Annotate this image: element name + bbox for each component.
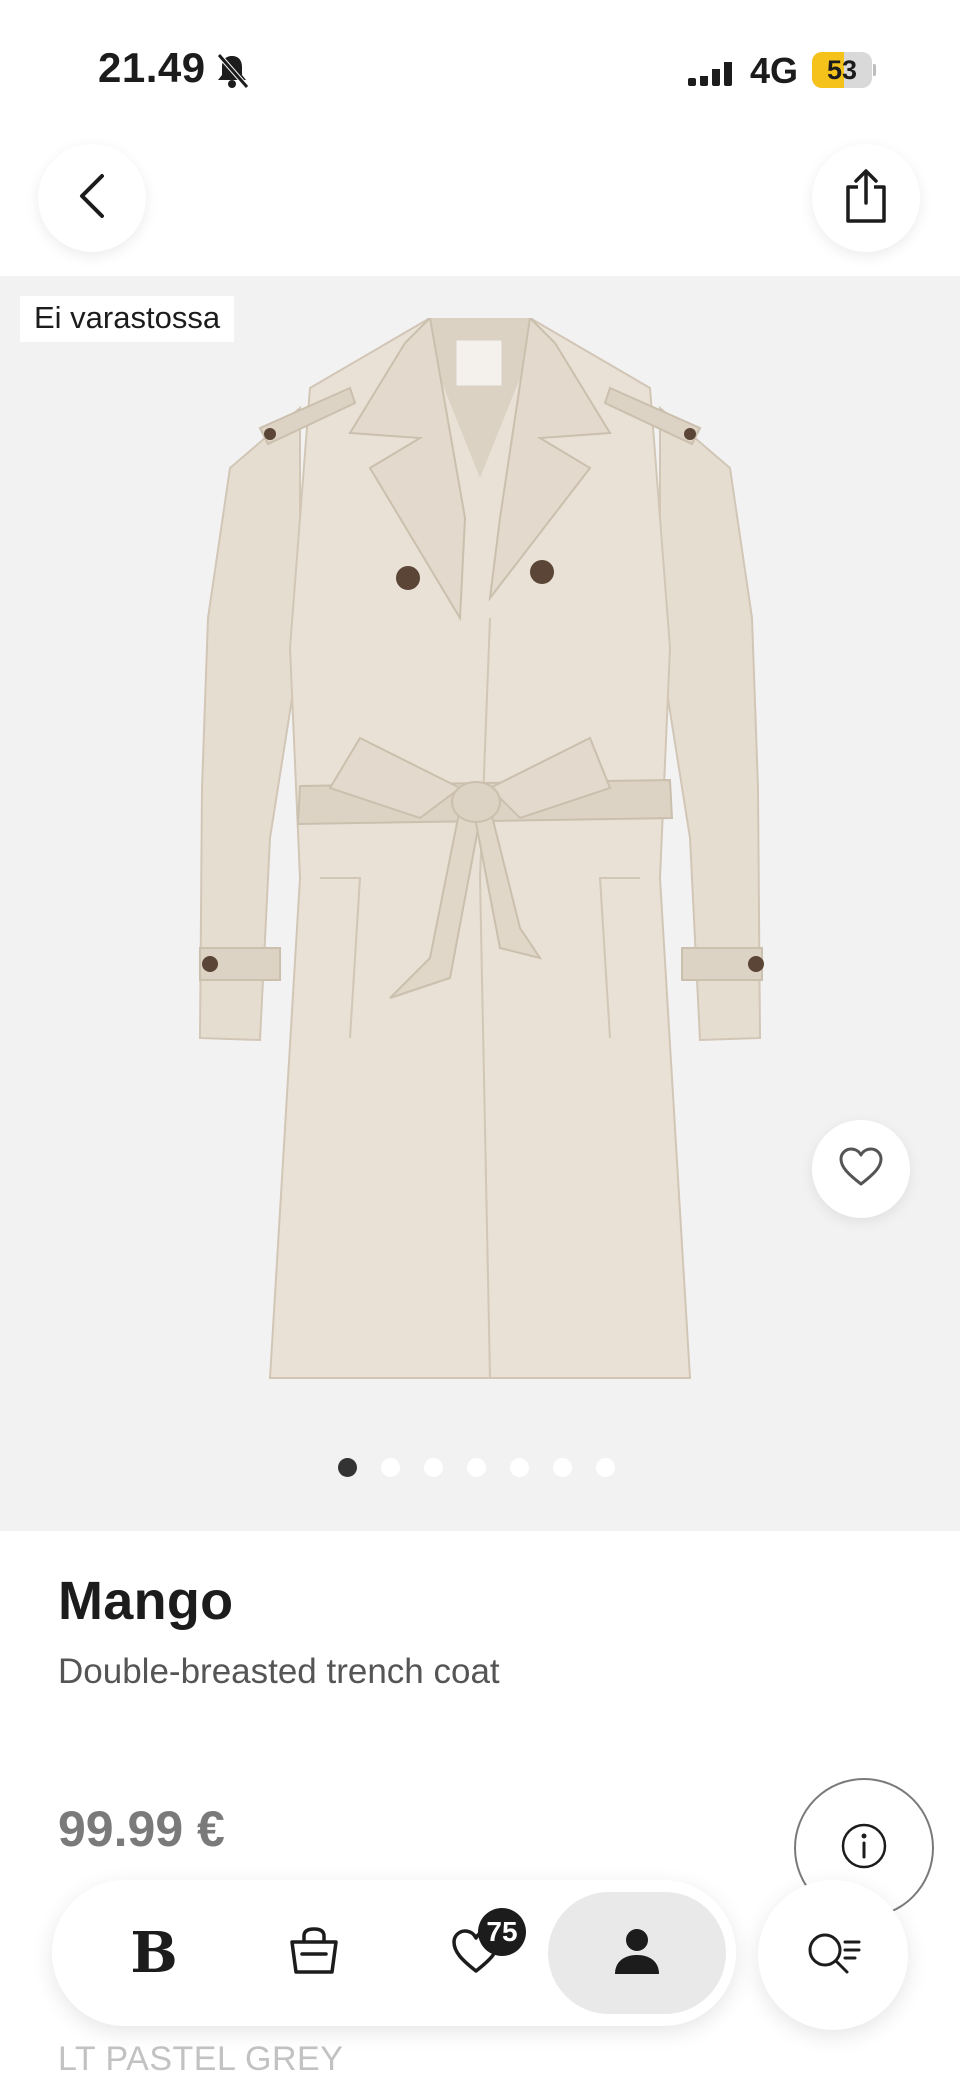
wishlist-count-badge: 75 xyxy=(478,1908,526,1956)
signal-icon xyxy=(688,56,736,88)
nav-wishlist[interactable]: 75 xyxy=(426,1880,526,2026)
shopping-bag-icon xyxy=(288,1926,340,1981)
product-price: 99.99 € xyxy=(58,1801,225,1857)
heart-outline-icon xyxy=(838,1146,884,1193)
network-label: 4G xyxy=(750,50,799,91)
nav-profile[interactable] xyxy=(548,1892,726,2014)
battery-level: 53 xyxy=(826,55,858,85)
chevron-left-icon xyxy=(72,172,112,225)
status-time: 21.49 xyxy=(98,44,206,91)
nav-bag[interactable] xyxy=(264,1880,364,2026)
carousel-dot[interactable] xyxy=(510,1458,529,1477)
search-menu-icon xyxy=(805,1930,861,1981)
carousel-dot[interactable] xyxy=(424,1458,443,1477)
product-image xyxy=(198,318,764,1379)
brand-logo: B xyxy=(130,1920,178,1986)
share-icon xyxy=(844,168,888,228)
product-image-gallery[interactable]: Ei varastossa xyxy=(0,276,960,1531)
color-name: LT PASTEL GREY xyxy=(58,2040,344,2078)
person-icon xyxy=(613,1926,661,1981)
brand-name: Mango xyxy=(58,1571,234,1631)
carousel-dot[interactable] xyxy=(338,1458,357,1477)
carousel-dot[interactable] xyxy=(596,1458,615,1477)
nav-home[interactable]: B xyxy=(104,1880,204,2026)
carousel-dots[interactable] xyxy=(338,1458,615,1478)
carousel-dot[interactable] xyxy=(381,1458,400,1477)
carousel-dot[interactable] xyxy=(553,1458,572,1477)
bottom-navigation: B 75 xyxy=(52,1880,736,2026)
search-button[interactable] xyxy=(758,1880,908,2030)
info-icon xyxy=(840,1822,888,1875)
back-button[interactable] xyxy=(38,144,146,252)
carousel-dot[interactable] xyxy=(467,1458,486,1477)
bell-slash-icon xyxy=(214,52,250,90)
favorite-button[interactable] xyxy=(812,1120,910,1218)
share-button[interactable] xyxy=(812,144,920,252)
battery-icon: 53 xyxy=(812,52,876,88)
product-name: Double-breasted trench coat xyxy=(58,1652,500,1691)
